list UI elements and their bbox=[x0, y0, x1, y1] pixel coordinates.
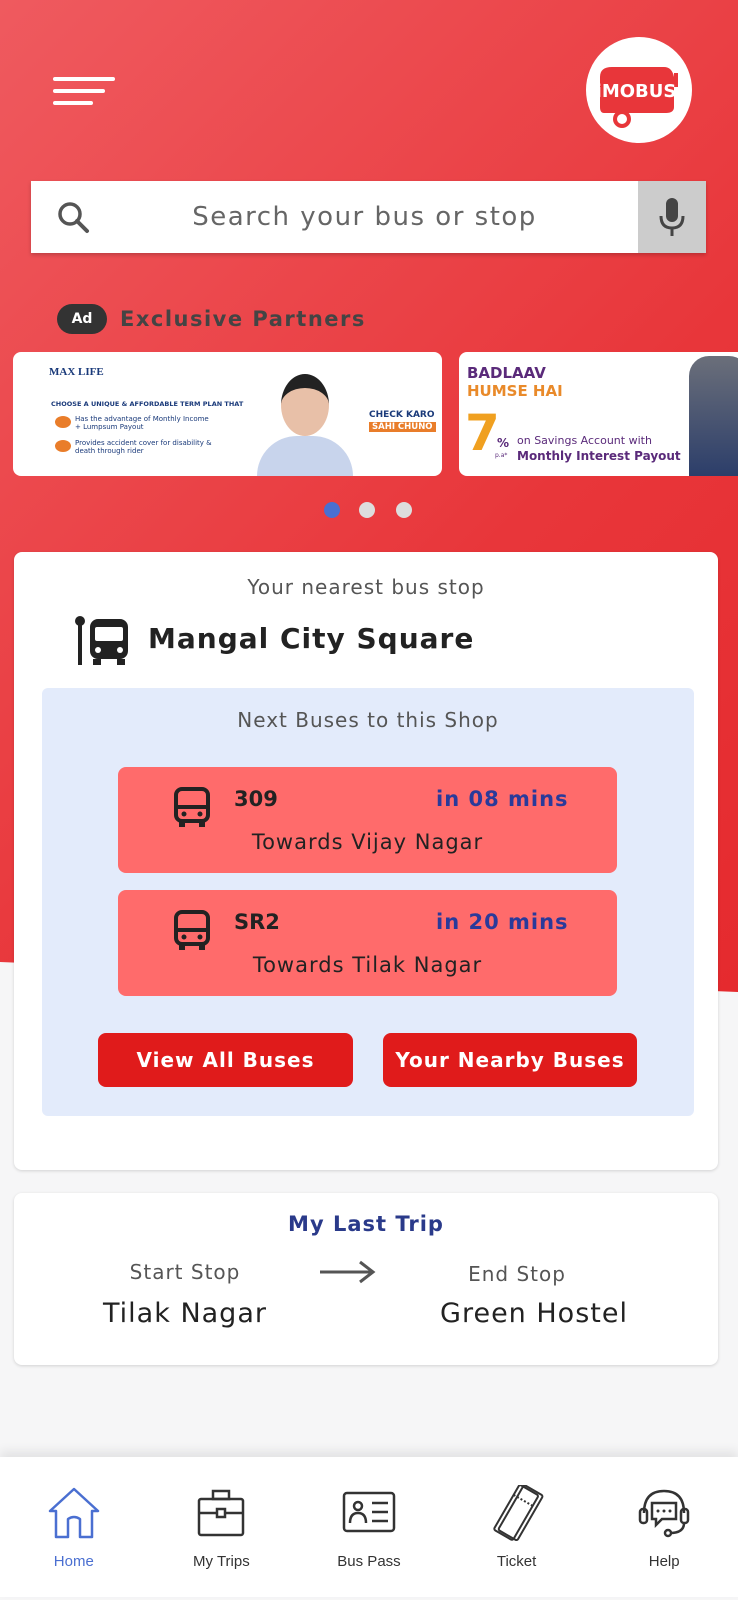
last-trip-title: My Last Trip bbox=[288, 1212, 444, 1236]
arrow-right-icon bbox=[320, 1260, 376, 1284]
view-all-buses-button[interactable]: View All Buses bbox=[98, 1033, 353, 1087]
ad-badge: Ad bbox=[57, 304, 107, 334]
banner-pct: % bbox=[497, 436, 510, 450]
bus-route: 309 bbox=[234, 787, 278, 811]
home-icon bbox=[48, 1487, 100, 1539]
nav-label: Bus Pass bbox=[337, 1553, 401, 1570]
nav-label: My Trips bbox=[193, 1553, 250, 1570]
bus-eta: in 08 mins bbox=[436, 787, 569, 811]
ad-banner-savings[interactable]: BADLAAV HUMSE HAI 7 % p.a* on Savings Acc… bbox=[459, 352, 738, 476]
microphone-icon bbox=[659, 198, 685, 236]
bus-route: SR2 bbox=[234, 910, 280, 934]
carousel-dot-active[interactable] bbox=[324, 502, 340, 518]
bus-arrival-item[interactable]: SR2 in 20 mins Towards Tilak Nagar bbox=[118, 890, 617, 996]
bus-eta: in 20 mins bbox=[436, 910, 569, 934]
svg-text:iMOBUS: iMOBUS bbox=[596, 81, 677, 102]
banner-point: Has the advantage of Monthly Income + Lu… bbox=[75, 415, 209, 431]
max-life-logo: MAX LIFE bbox=[49, 366, 104, 378]
banner-headline: CHOOSE A UNIQUE & AFFORDABLE TERM PLAN T… bbox=[51, 400, 244, 408]
voice-search-button[interactable] bbox=[638, 181, 706, 253]
bottom-nav: Home My Trips Bus Pass Ticket Help bbox=[0, 1457, 738, 1597]
models-photo bbox=[689, 356, 738, 476]
bus-stop-icon bbox=[75, 616, 128, 665]
nearby-buses-button[interactable]: Your Nearby Buses bbox=[383, 1033, 637, 1087]
bus-arrival-item[interactable]: 309 in 08 mins Towards Vijay Nagar bbox=[118, 767, 617, 873]
briefcase-icon bbox=[198, 1489, 245, 1537]
search-bar[interactable]: Search your bus or stop bbox=[31, 181, 706, 253]
bus-icon bbox=[174, 910, 210, 950]
ad-banner-max-life[interactable]: MAX LIFE CHOOSE A UNIQUE & AFFORDABLE TE… bbox=[13, 352, 442, 476]
carousel-dot[interactable] bbox=[359, 502, 375, 518]
banner-text: on Savings Account with bbox=[517, 434, 652, 447]
nav-home[interactable]: Home bbox=[0, 1457, 148, 1597]
ad-section-title: Exclusive Partners bbox=[120, 307, 366, 331]
banner-line: BADLAAV bbox=[467, 364, 546, 382]
id-card-icon bbox=[342, 1491, 396, 1533]
bus-icon bbox=[174, 787, 210, 827]
banner-cta: CHECK KARO bbox=[369, 410, 435, 420]
nav-ticket[interactable]: Ticket bbox=[443, 1457, 591, 1597]
next-buses-label: Next Buses to this Shop bbox=[237, 708, 499, 732]
nav-label: Ticket bbox=[496, 1553, 537, 1570]
nav-help[interactable]: Help bbox=[590, 1457, 738, 1597]
start-stop-name: Tilak Nagar bbox=[103, 1298, 267, 1329]
model-photo bbox=[253, 374, 353, 476]
start-stop-label: Start Stop bbox=[129, 1260, 241, 1284]
search-input[interactable]: Search your bus or stop bbox=[91, 202, 638, 232]
banner-text: Monthly Interest Payout bbox=[517, 449, 681, 463]
nearest-stop-label: Your nearest bus stop bbox=[247, 575, 485, 599]
menu-button[interactable] bbox=[53, 77, 115, 113]
headset-icon bbox=[638, 1489, 690, 1538]
imobus-logo: iMOBUS bbox=[586, 37, 692, 143]
nav-label: Home bbox=[53, 1553, 94, 1570]
ticket-icon bbox=[492, 1485, 543, 1541]
banner-line: HUMSE HAI bbox=[467, 382, 563, 400]
end-stop-name: Green Hostel bbox=[440, 1298, 628, 1329]
nearest-stop-name: Mangal City Square bbox=[148, 622, 475, 655]
bus-destination: Towards Tilak Nagar bbox=[252, 953, 483, 977]
search-icon bbox=[58, 202, 89, 233]
banner-point: Provides accident cover for disability &… bbox=[75, 439, 212, 455]
nav-my-trips[interactable]: My Trips bbox=[148, 1457, 296, 1597]
carousel-dot[interactable] bbox=[396, 502, 412, 518]
nav-bus-pass[interactable]: Bus Pass bbox=[295, 1457, 443, 1597]
end-stop-label: End Stop bbox=[468, 1262, 566, 1286]
nav-label: Help bbox=[648, 1553, 680, 1570]
banner-cta: SAHI CHUNO bbox=[369, 422, 436, 432]
banner-pa: p.a* bbox=[495, 452, 508, 459]
bus-destination: Towards Vijay Nagar bbox=[251, 830, 484, 854]
